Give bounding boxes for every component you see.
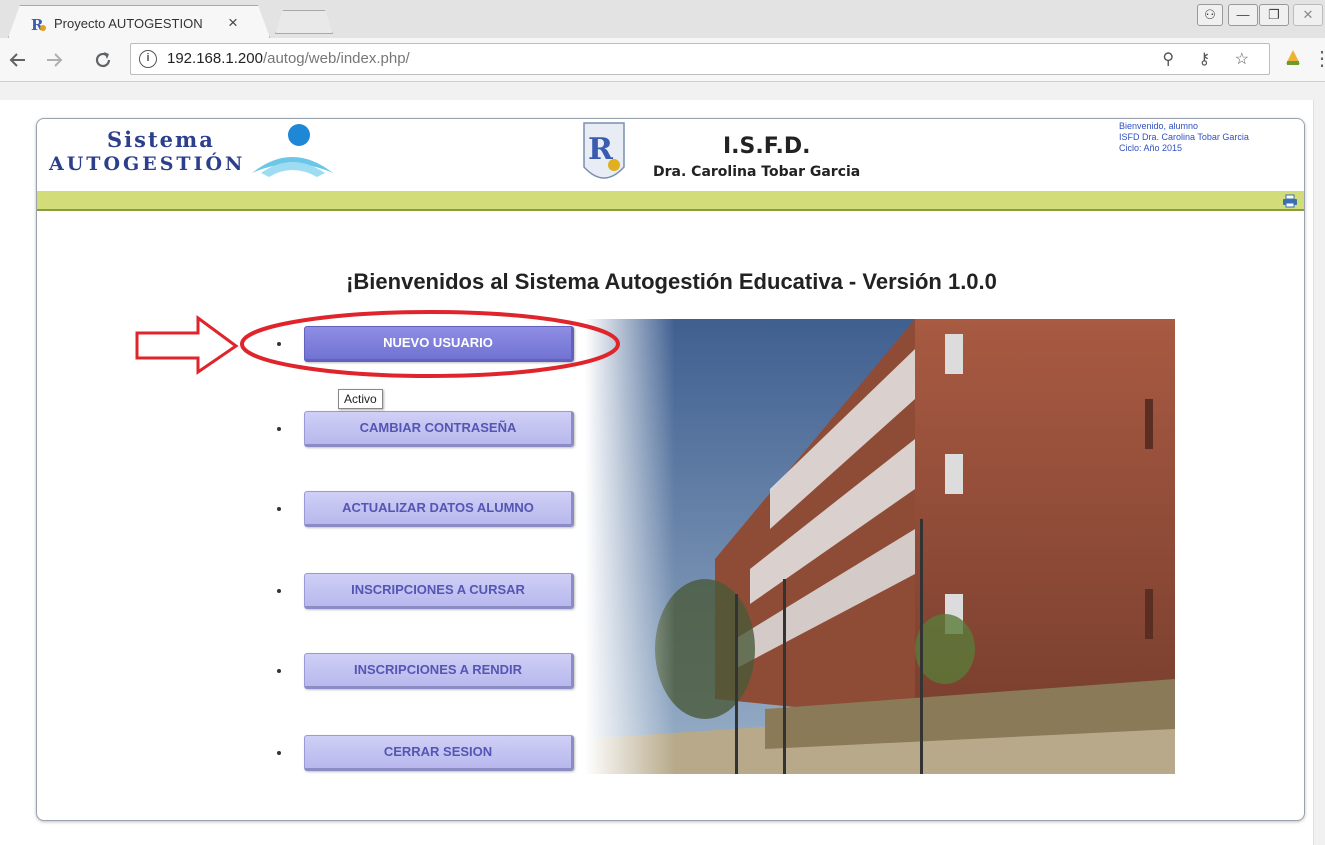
tab-title: Proyecto AUTOGESTION xyxy=(54,16,203,31)
tab-close-icon[interactable]: × xyxy=(228,13,238,33)
bullet xyxy=(277,342,281,346)
institution-title: I.S.F.D. xyxy=(723,134,811,159)
tab-strip: R Proyecto AUTOGESTION × ⚇ — ❐ ✕ xyxy=(0,0,1325,38)
menu-row-cambiar-contrasena: CAMBIAR CONTRASEÑA xyxy=(277,409,587,449)
print-icon[interactable] xyxy=(1282,194,1298,208)
logo-person-icon xyxy=(252,124,333,177)
menu-icon[interactable]: ⋮ xyxy=(1312,46,1325,71)
favicon-icon: R xyxy=(31,16,46,33)
building-photo xyxy=(585,319,1175,774)
app-frame: Sistema AUTOGESTIÓN R I.S.F.D. Dra. Caro… xyxy=(36,118,1305,821)
menu-row-cerrar-sesion: CERRAR SESION xyxy=(277,733,587,773)
logo-line2: AUTOGESTIÓN xyxy=(49,153,246,175)
address-bar[interactable]: i 192.168.1.200/autog/web/index.php/ ⚲ ⚷… xyxy=(130,43,1270,75)
reload-icon[interactable] xyxy=(92,49,114,71)
restore-icon[interactable]: ❐ xyxy=(1259,4,1289,26)
omnibox-icons[interactable]: ⚲ ⚷ ☆ xyxy=(1162,49,1259,69)
bullet xyxy=(277,427,281,431)
inscripciones-rendir-button[interactable]: INSCRIPCIONES A RENDIR xyxy=(304,653,574,689)
minimize-icon[interactable]: — xyxy=(1228,4,1258,26)
inscripciones-cursar-button[interactable]: INSCRIPCIONES A CURSAR xyxy=(304,573,574,609)
extension-icon[interactable] xyxy=(1282,46,1304,68)
bullet xyxy=(277,507,281,511)
menu-row-inscripciones-cursar: INSCRIPCIONES A CURSAR xyxy=(277,571,587,611)
url-path: /autog/web/index.php/ xyxy=(262,50,410,67)
user-profile-icon[interactable]: ⚇ xyxy=(1197,4,1223,26)
page-title: ¡Bienvenidos al Sistema Autogestión Educ… xyxy=(346,269,997,294)
cambiar-contrasena-button[interactable]: CAMBIAR CONTRASEÑA xyxy=(304,411,574,447)
bullet xyxy=(277,669,281,673)
menu-row-nuevo-usuario: NUEVO USUARIO xyxy=(277,324,587,364)
user-info: Bienvenido, alumno ISFD Dra. Carolina To… xyxy=(1119,121,1249,154)
cerrar-sesion-button[interactable]: CERRAR SESION xyxy=(304,735,574,771)
user-greeting: Bienvenido, alumno xyxy=(1119,121,1199,131)
tooltip: Activo xyxy=(338,389,383,409)
menu-row-actualizar-datos: ACTUALIZAR DATOS ALUMNO xyxy=(277,489,587,529)
close-window-icon[interactable]: ✕ xyxy=(1293,4,1323,26)
back-icon[interactable] xyxy=(8,50,28,70)
bullet xyxy=(277,589,281,593)
institution-name: Dra. Carolina Tobar Garcia xyxy=(653,164,861,180)
nuevo-usuario-button[interactable]: NUEVO USUARIO xyxy=(304,326,574,362)
user-institution: ISFD Dra. Carolina Tobar Garcia xyxy=(1119,132,1249,142)
header-band xyxy=(37,191,1304,211)
bullet xyxy=(277,751,281,755)
url-host: 192.168.1.200 xyxy=(167,50,263,67)
scrollbar[interactable] xyxy=(1313,100,1325,845)
browser-toolbar: i 192.168.1.200/autog/web/index.php/ ⚲ ⚷… xyxy=(0,38,1325,82)
new-tab-button[interactable] xyxy=(275,10,333,34)
user-cycle: Ciclo: Año 2015 xyxy=(1119,143,1183,153)
logo-line1: Sistema xyxy=(107,127,215,152)
url-text[interactable]: 192.168.1.200/autog/web/index.php/ xyxy=(167,50,410,67)
info-icon[interactable]: i xyxy=(139,50,157,68)
browser-tab-content[interactable]: R Proyecto AUTOGESTION × xyxy=(8,5,270,38)
browser-chrome: R Proyecto AUTOGESTION × ⚇ — ❐ ✕ i 192.1… xyxy=(0,0,1325,100)
actualizar-datos-alumno-button[interactable]: ACTUALIZAR DATOS ALUMNO xyxy=(304,491,574,527)
menu-row-inscripciones-rendir: INSCRIPCIONES A RENDIR xyxy=(277,651,587,691)
forward-icon[interactable] xyxy=(44,50,64,70)
institution-crest-icon: R xyxy=(583,122,625,179)
